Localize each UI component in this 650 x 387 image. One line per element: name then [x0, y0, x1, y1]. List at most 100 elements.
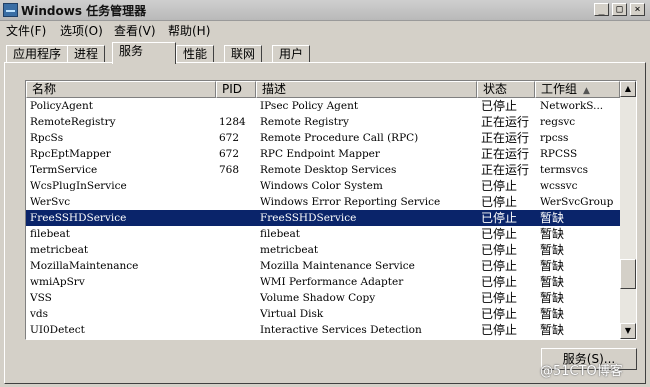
cell-status: 已停止 — [481, 243, 518, 257]
cell-pid — [219, 178, 255, 194]
cell-pid — [219, 242, 255, 258]
table-row[interactable]: WerSvc Windows Error Reporting Service 已停止… — [26, 194, 620, 210]
table-row[interactable]: vds Virtual Disk 已停止 暂缺 — [26, 306, 620, 322]
table-row[interactable]: VSS Volume Shadow Copy 已停止 暂缺 — [26, 290, 620, 306]
minimize-button[interactable]: _ — [594, 3, 609, 16]
cell-name: RemoteRegistry — [30, 116, 116, 128]
scroll-down-button[interactable]: ▼ — [620, 323, 636, 339]
tab-networking[interactable]: 联网 — [224, 45, 263, 63]
cell-name: RpcEptMapper — [30, 148, 111, 160]
cell-pid — [219, 322, 255, 338]
close-button[interactable]: × — [630, 3, 645, 16]
cell-group: NetworkS... — [540, 100, 604, 112]
table-row[interactable]: WcsPlugInService Windows Color System 已停止 w… — [26, 178, 620, 194]
menu-options[interactable]: 选项(O) — [60, 22, 103, 39]
tab-users[interactable]: 用户 — [272, 45, 311, 63]
cell-status: 已停止 — [481, 99, 518, 113]
arrow-up-icon: ▲ — [624, 84, 632, 93]
cell-name: WerSvc — [30, 196, 71, 208]
cell-group: 暂缺 — [540, 211, 565, 225]
cell-description: Mozilla Maintenance Service — [260, 260, 415, 272]
cell-group: 暂缺 — [540, 291, 565, 305]
cell-pid — [219, 306, 255, 322]
table-row[interactable]: wmiApSrv WMI Performance Adapter 已停止 暂缺 — [26, 274, 620, 290]
table-row[interactable]: UI0Detect Interactive Services Detection 已… — [26, 322, 620, 338]
cell-pid — [219, 274, 255, 290]
cell-group: 暂缺 — [540, 243, 565, 257]
vertical-scrollbar[interactable]: ▲ ▼ — [620, 81, 636, 339]
column-header-pid[interactable]: PID — [216, 81, 256, 98]
table-row[interactable]: filebeat filebeat 已停止 暂缺 — [26, 226, 620, 242]
cell-description: Volume Shadow Copy — [260, 292, 376, 304]
table-row[interactable]: RemoteRegistry 1284 Remote Registry 正在运行 reg… — [26, 114, 620, 130]
task-manager-icon — [3, 3, 18, 17]
cell-pid — [219, 194, 255, 210]
cell-name: MozillaMaintenance — [30, 260, 139, 272]
cell-group: 暂缺 — [540, 259, 565, 273]
cell-pid: 1284 — [219, 116, 246, 128]
cell-group: WerSvcGroup — [540, 196, 614, 208]
cell-pid: 672 — [219, 132, 240, 144]
column-header-description[interactable]: 描述 — [256, 81, 477, 98]
cell-name: VSS — [30, 292, 52, 304]
cell-pid — [219, 226, 255, 242]
cell-description: RPC Endpoint Mapper — [260, 148, 380, 160]
cell-status: 已停止 — [481, 227, 518, 241]
tab-applications[interactable]: 应用程序 — [6, 45, 69, 63]
cell-description: Virtual Disk — [260, 308, 324, 320]
cell-status: 已停止 — [481, 195, 518, 209]
cell-status: 正在运行 — [481, 115, 530, 129]
list-header: 名称 PID 描述 状态 工作组 ▲ — [26, 81, 620, 98]
maximize-button[interactable]: □ — [612, 3, 627, 16]
cell-description: metricbeat — [260, 244, 319, 256]
cell-description: Windows Error Reporting Service — [260, 196, 441, 208]
tab-processes[interactable]: 进程 — [67, 45, 106, 63]
scroll-up-button[interactable]: ▲ — [620, 81, 636, 97]
cell-pid: 672 — [219, 148, 240, 160]
cell-group: 暂缺 — [540, 275, 565, 289]
cell-description: Remote Desktop Services — [260, 164, 397, 176]
title-bar: Windows 任务管理器 _ □ × — [0, 0, 650, 21]
cell-description: Remote Registry — [260, 116, 349, 128]
menu-view[interactable]: 查看(V) — [114, 22, 156, 39]
menu-help[interactable]: 帮助(H) — [168, 22, 210, 39]
cell-pid: 768 — [219, 164, 240, 176]
scroll-thumb[interactable] — [620, 259, 636, 289]
arrow-down-icon: ▼ — [624, 326, 632, 335]
cell-status: 已停止 — [481, 259, 518, 273]
cell-status: 正在运行 — [481, 147, 530, 161]
table-row[interactable]: MozillaMaintenance Mozilla Maintenance Se… — [26, 258, 620, 274]
cell-name: RpcSs — [30, 132, 64, 144]
table-row[interactable]: TermService 768 Remote Desktop Services 正在运… — [26, 162, 620, 178]
column-header-status[interactable]: 状态 — [477, 81, 535, 98]
table-row[interactable]: FreeSSHDService FreeSSHDService 已停止 暂缺 — [26, 210, 620, 226]
column-header-group[interactable]: 工作组 ▲ — [535, 81, 620, 98]
cell-pid — [219, 290, 255, 306]
table-row[interactable]: PolicyAgent IPsec Policy Agent 已停止 NetworkS… — [26, 98, 620, 114]
menu-bar: 文件(F) 选项(O) 查看(V) 帮助(H) — [0, 20, 650, 39]
cell-description: Windows Color System — [260, 180, 383, 192]
cell-status: 已停止 — [481, 275, 518, 289]
cell-description: Interactive Services Detection — [260, 324, 422, 336]
menu-file[interactable]: 文件(F) — [6, 22, 46, 39]
tab-performance[interactable]: 性能 — [176, 45, 215, 63]
cell-group: 暂缺 — [540, 323, 565, 337]
cell-description: FreeSSHDService — [260, 212, 357, 224]
table-row[interactable]: metricbeat metricbeat 已停止 暂缺 — [26, 242, 620, 258]
table-row[interactable]: RpcSs 672 Remote Procedure Call (RPC) 正在运行 r… — [26, 130, 620, 146]
cell-name: filebeat — [30, 228, 70, 240]
cell-status: 正在运行 — [481, 131, 530, 145]
cell-description: WMI Performance Adapter — [260, 276, 404, 288]
cell-group: RPCSS — [540, 148, 578, 160]
cell-status: 已停止 — [481, 291, 518, 305]
cell-status: 已停止 — [481, 211, 518, 225]
table-row[interactable]: RpcEptMapper 672 RPC Endpoint Mapper 正在运行 RP… — [26, 146, 620, 162]
cell-name: wmiApSrv — [30, 276, 85, 288]
watermark: @51CTO博客 — [540, 364, 623, 379]
tab-services[interactable]: 服务 — [112, 42, 176, 64]
column-header-name[interactable]: 名称 — [26, 81, 216, 98]
services-list[interactable]: 名称 PID 描述 状态 工作组 ▲ PolicyAgent IPsec Polic… — [25, 80, 637, 340]
cell-status: 正在运行 — [481, 163, 530, 177]
tab-strip: 应用程序 进程 服务 性能 联网 用户 — [0, 40, 650, 64]
cell-pid — [219, 258, 255, 274]
